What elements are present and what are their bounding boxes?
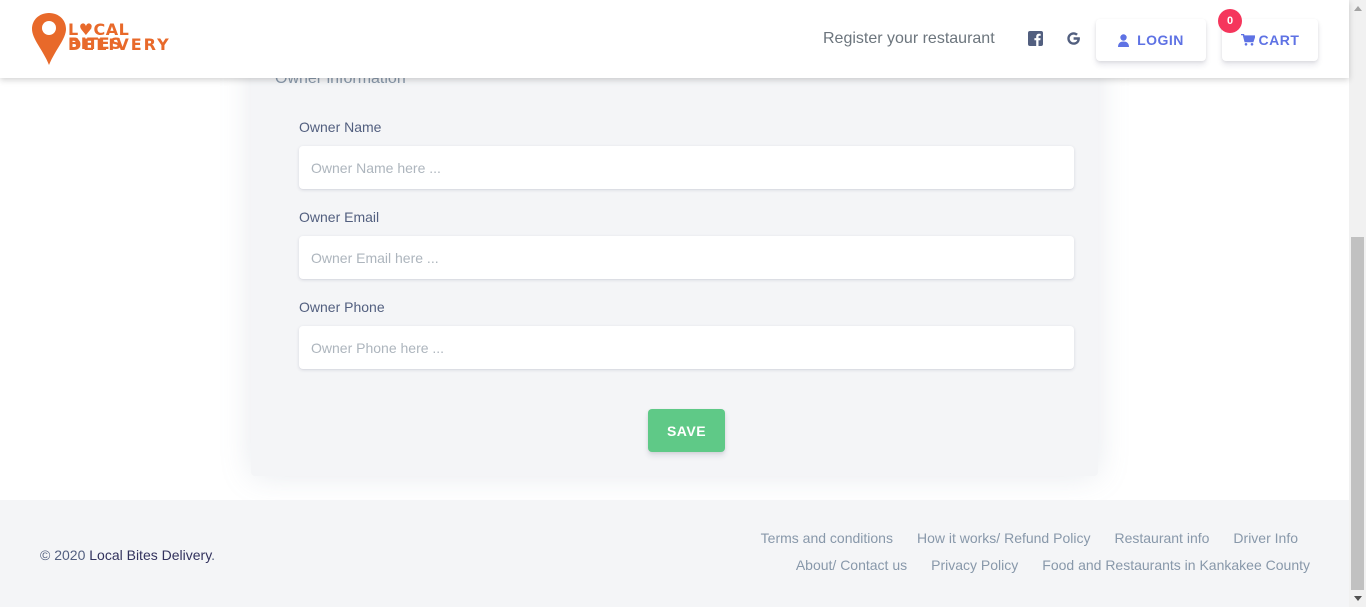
owner-name-input[interactable] bbox=[299, 146, 1074, 189]
restaurant-info-link[interactable]: Restaurant info bbox=[1114, 530, 1209, 546]
vertical-scrollbar[interactable] bbox=[1349, 0, 1366, 607]
terms-link[interactable]: Terms and conditions bbox=[761, 530, 893, 546]
about-contact-link[interactable]: About/ Contact us bbox=[796, 557, 907, 573]
login-label: LOGIN bbox=[1137, 32, 1184, 48]
google-icon[interactable] bbox=[1066, 31, 1081, 46]
footer-links: Terms and conditions How it works/ Refun… bbox=[610, 530, 1310, 584]
owner-phone-label: Owner Phone bbox=[299, 299, 385, 315]
owner-name-label: Owner Name bbox=[299, 119, 382, 135]
scroll-down-arrow-icon[interactable] bbox=[1349, 590, 1366, 607]
scroll-up-arrow-icon[interactable] bbox=[1349, 0, 1366, 17]
footer-links-row-1: Terms and conditions How it works/ Refun… bbox=[610, 530, 1310, 546]
cart-count-badge: 0 bbox=[1218, 9, 1242, 33]
footer-links-row-2: About/ Contact us Privacy Policy Food an… bbox=[610, 557, 1310, 573]
copyright-brand-link[interactable]: Local Bites Delivery bbox=[89, 547, 211, 563]
user-icon bbox=[1118, 33, 1130, 47]
owner-email-label: Owner Email bbox=[299, 209, 380, 225]
cart-icon bbox=[1240, 34, 1255, 46]
top-navbar: L♥CAL BITES DELIVERY Register your resta… bbox=[0, 0, 1349, 78]
save-button[interactable]: SAVE bbox=[648, 409, 725, 452]
copyright-suffix: . bbox=[211, 547, 216, 563]
kankakee-restaurants-link[interactable]: Food and Restaurants in Kankakee County bbox=[1042, 557, 1310, 573]
logo-text-bottom: DELIVERY bbox=[68, 35, 171, 54]
owner-email-input[interactable] bbox=[299, 236, 1074, 279]
facebook-icon[interactable] bbox=[1028, 31, 1043, 46]
copyright-prefix: © 2020 bbox=[40, 547, 90, 563]
copyright: © 2020 Local Bites Delivery. bbox=[40, 547, 215, 563]
scroll-thumb[interactable] bbox=[1351, 237, 1364, 590]
register-restaurant-link[interactable]: Register your restaurant bbox=[823, 30, 995, 48]
how-it-works-link[interactable]: How it works/ Refund Policy bbox=[917, 530, 1091, 546]
cart-label: CART bbox=[1258, 32, 1300, 48]
login-button[interactable]: LOGIN bbox=[1096, 19, 1206, 61]
owner-phone-input[interactable] bbox=[299, 326, 1074, 369]
logo[interactable]: L♥CAL BITES DELIVERY bbox=[31, 12, 186, 68]
driver-info-link[interactable]: Driver Info bbox=[1233, 530, 1298, 546]
footer: © 2020 Local Bites Delivery. Terms and c… bbox=[0, 500, 1349, 607]
privacy-policy-link[interactable]: Privacy Policy bbox=[931, 557, 1018, 573]
